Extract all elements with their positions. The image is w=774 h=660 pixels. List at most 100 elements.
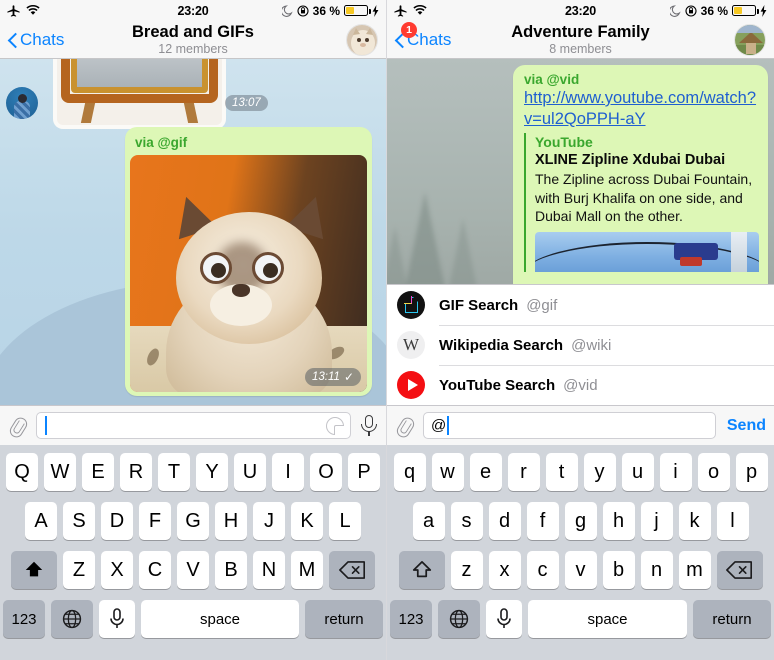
key-b[interactable]: b	[602, 551, 635, 589]
key-e[interactable]: e	[469, 453, 502, 491]
keyboard-row-1: Q W E R T Y U I O P	[3, 453, 383, 491]
key-g[interactable]: g	[564, 502, 597, 540]
key-l[interactable]: L	[329, 502, 361, 540]
gif-image[interactable]: 13:11 ✓	[130, 155, 367, 392]
key-k[interactable]: k	[678, 502, 711, 540]
send-button[interactable]: Send	[725, 417, 766, 435]
return-key[interactable]: return	[305, 600, 383, 638]
key-a[interactable]: a	[412, 502, 445, 540]
via-bot-label: via @vid	[524, 72, 580, 87]
return-key[interactable]: return	[693, 600, 771, 638]
key-p[interactable]: P	[348, 453, 380, 491]
key-u[interactable]: U	[234, 453, 266, 491]
chat-message-area[interactable]: via @vid http://www.youtube.com/watch?v=…	[387, 59, 774, 284]
space-key[interactable]: space	[141, 600, 299, 638]
key-s[interactable]: S	[63, 502, 95, 540]
list-item[interactable]: W Wikipedia Search @wiki	[387, 325, 774, 365]
key-l[interactable]: l	[716, 502, 749, 540]
globe-key[interactable]	[51, 600, 93, 638]
key-o[interactable]: O	[310, 453, 342, 491]
key-n[interactable]: n	[640, 551, 673, 589]
dictation-key[interactable]	[99, 600, 135, 638]
key-d[interactable]: d	[488, 502, 521, 540]
key-c[interactable]: C	[139, 551, 171, 589]
backspace-key[interactable]	[329, 551, 375, 589]
link-preview[interactable]: YouTube XLINE Zipline Xdubai Dubai The Z…	[524, 133, 759, 272]
key-j[interactable]: j	[640, 502, 673, 540]
backspace-key[interactable]	[716, 551, 763, 589]
key-b[interactable]: B	[215, 551, 247, 589]
chat-message-area[interactable]: 13:07 via @gif 13:11 ✓	[0, 59, 386, 405]
key-v[interactable]: V	[177, 551, 209, 589]
keyboard[interactable]: q w e r t y u i o p a s d f g h j k l z …	[387, 445, 774, 660]
key-r[interactable]: R	[120, 453, 152, 491]
key-h[interactable]: h	[602, 502, 635, 540]
shift-key[interactable]	[11, 551, 57, 589]
key-w[interactable]: w	[431, 453, 464, 491]
key-m[interactable]: M	[291, 551, 323, 589]
key-i[interactable]: I	[272, 453, 304, 491]
key-s[interactable]: s	[450, 502, 483, 540]
list-item[interactable]: YouTube Search @vid	[387, 365, 774, 405]
message-input[interactable]	[36, 412, 351, 439]
key-z[interactable]: Z	[63, 551, 95, 589]
key-x[interactable]: X	[101, 551, 133, 589]
key-i[interactable]: i	[659, 453, 692, 491]
space-key[interactable]: space	[528, 600, 687, 638]
preview-thumbnail[interactable]	[535, 231, 759, 272]
key-p[interactable]: p	[735, 453, 768, 491]
keyboard[interactable]: Q W E R T Y U I O P A S D F G H J K L Z …	[0, 445, 386, 660]
key-o[interactable]: o	[697, 453, 730, 491]
paperclip-icon[interactable]	[395, 415, 414, 437]
numbers-key[interactable]: 123	[390, 600, 432, 638]
key-f[interactable]: F	[139, 502, 171, 540]
key-f[interactable]: f	[526, 502, 559, 540]
sticker-icon[interactable]	[326, 417, 345, 436]
key-t[interactable]: t	[545, 453, 578, 491]
key-j[interactable]: J	[253, 502, 285, 540]
key-c[interactable]: c	[526, 551, 559, 589]
battery-percent: 36 %	[312, 3, 340, 18]
key-v[interactable]: v	[564, 551, 597, 589]
sticker-message[interactable]: 13:07	[0, 59, 386, 127]
paperclip-icon[interactable]	[8, 415, 27, 437]
key-u[interactable]: u	[621, 453, 654, 491]
message-input[interactable]: @	[423, 412, 716, 439]
key-e[interactable]: E	[82, 453, 114, 491]
key-r[interactable]: r	[507, 453, 540, 491]
key-h[interactable]: H	[215, 502, 247, 540]
outgoing-link-message[interactable]: via @vid http://www.youtube.com/watch?v=…	[513, 65, 768, 284]
key-a[interactable]: A	[25, 502, 57, 540]
message-link[interactable]: http://www.youtube.com/watch?v=ul2QoPPH-…	[524, 88, 759, 130]
key-x[interactable]: x	[488, 551, 521, 589]
key-n[interactable]: N	[253, 551, 285, 589]
key-q[interactable]: Q	[6, 453, 38, 491]
microphone-icon	[497, 608, 511, 628]
back-to-chats-button[interactable]: Chats	[8, 30, 64, 50]
key-y[interactable]: Y	[196, 453, 228, 491]
key-y[interactable]: y	[583, 453, 616, 491]
key-q[interactable]: q	[393, 453, 426, 491]
sender-avatar[interactable]	[6, 87, 38, 119]
chat-avatar[interactable]	[734, 23, 766, 56]
message-input-bar: @ Send	[387, 405, 774, 445]
key-w[interactable]: W	[44, 453, 76, 491]
globe-key[interactable]	[438, 600, 480, 638]
shift-key[interactable]	[398, 551, 445, 589]
list-item[interactable]: GIF Search @gif	[387, 285, 774, 325]
microphone-icon[interactable]	[360, 414, 378, 438]
back-to-chats-button[interactable]: 1 Chats	[395, 21, 451, 50]
key-z[interactable]: z	[450, 551, 483, 589]
numbers-key[interactable]: 123	[3, 600, 45, 638]
outgoing-gif-message[interactable]: via @gif 13:11 ✓	[125, 127, 372, 396]
key-d[interactable]: D	[101, 502, 133, 540]
dictation-key[interactable]	[486, 600, 522, 638]
keyboard-row-1: q w e r t y u i o p	[390, 453, 771, 491]
keyboard-row-4: 123 space return	[3, 600, 383, 638]
key-k[interactable]: K	[291, 502, 323, 540]
key-t[interactable]: T	[158, 453, 190, 491]
key-m[interactable]: m	[678, 551, 711, 589]
bot-suggestions-list[interactable]: GIF Search @gif W Wikipedia Search @wiki…	[387, 284, 774, 405]
key-g[interactable]: G	[177, 502, 209, 540]
chat-avatar[interactable]	[346, 23, 378, 56]
